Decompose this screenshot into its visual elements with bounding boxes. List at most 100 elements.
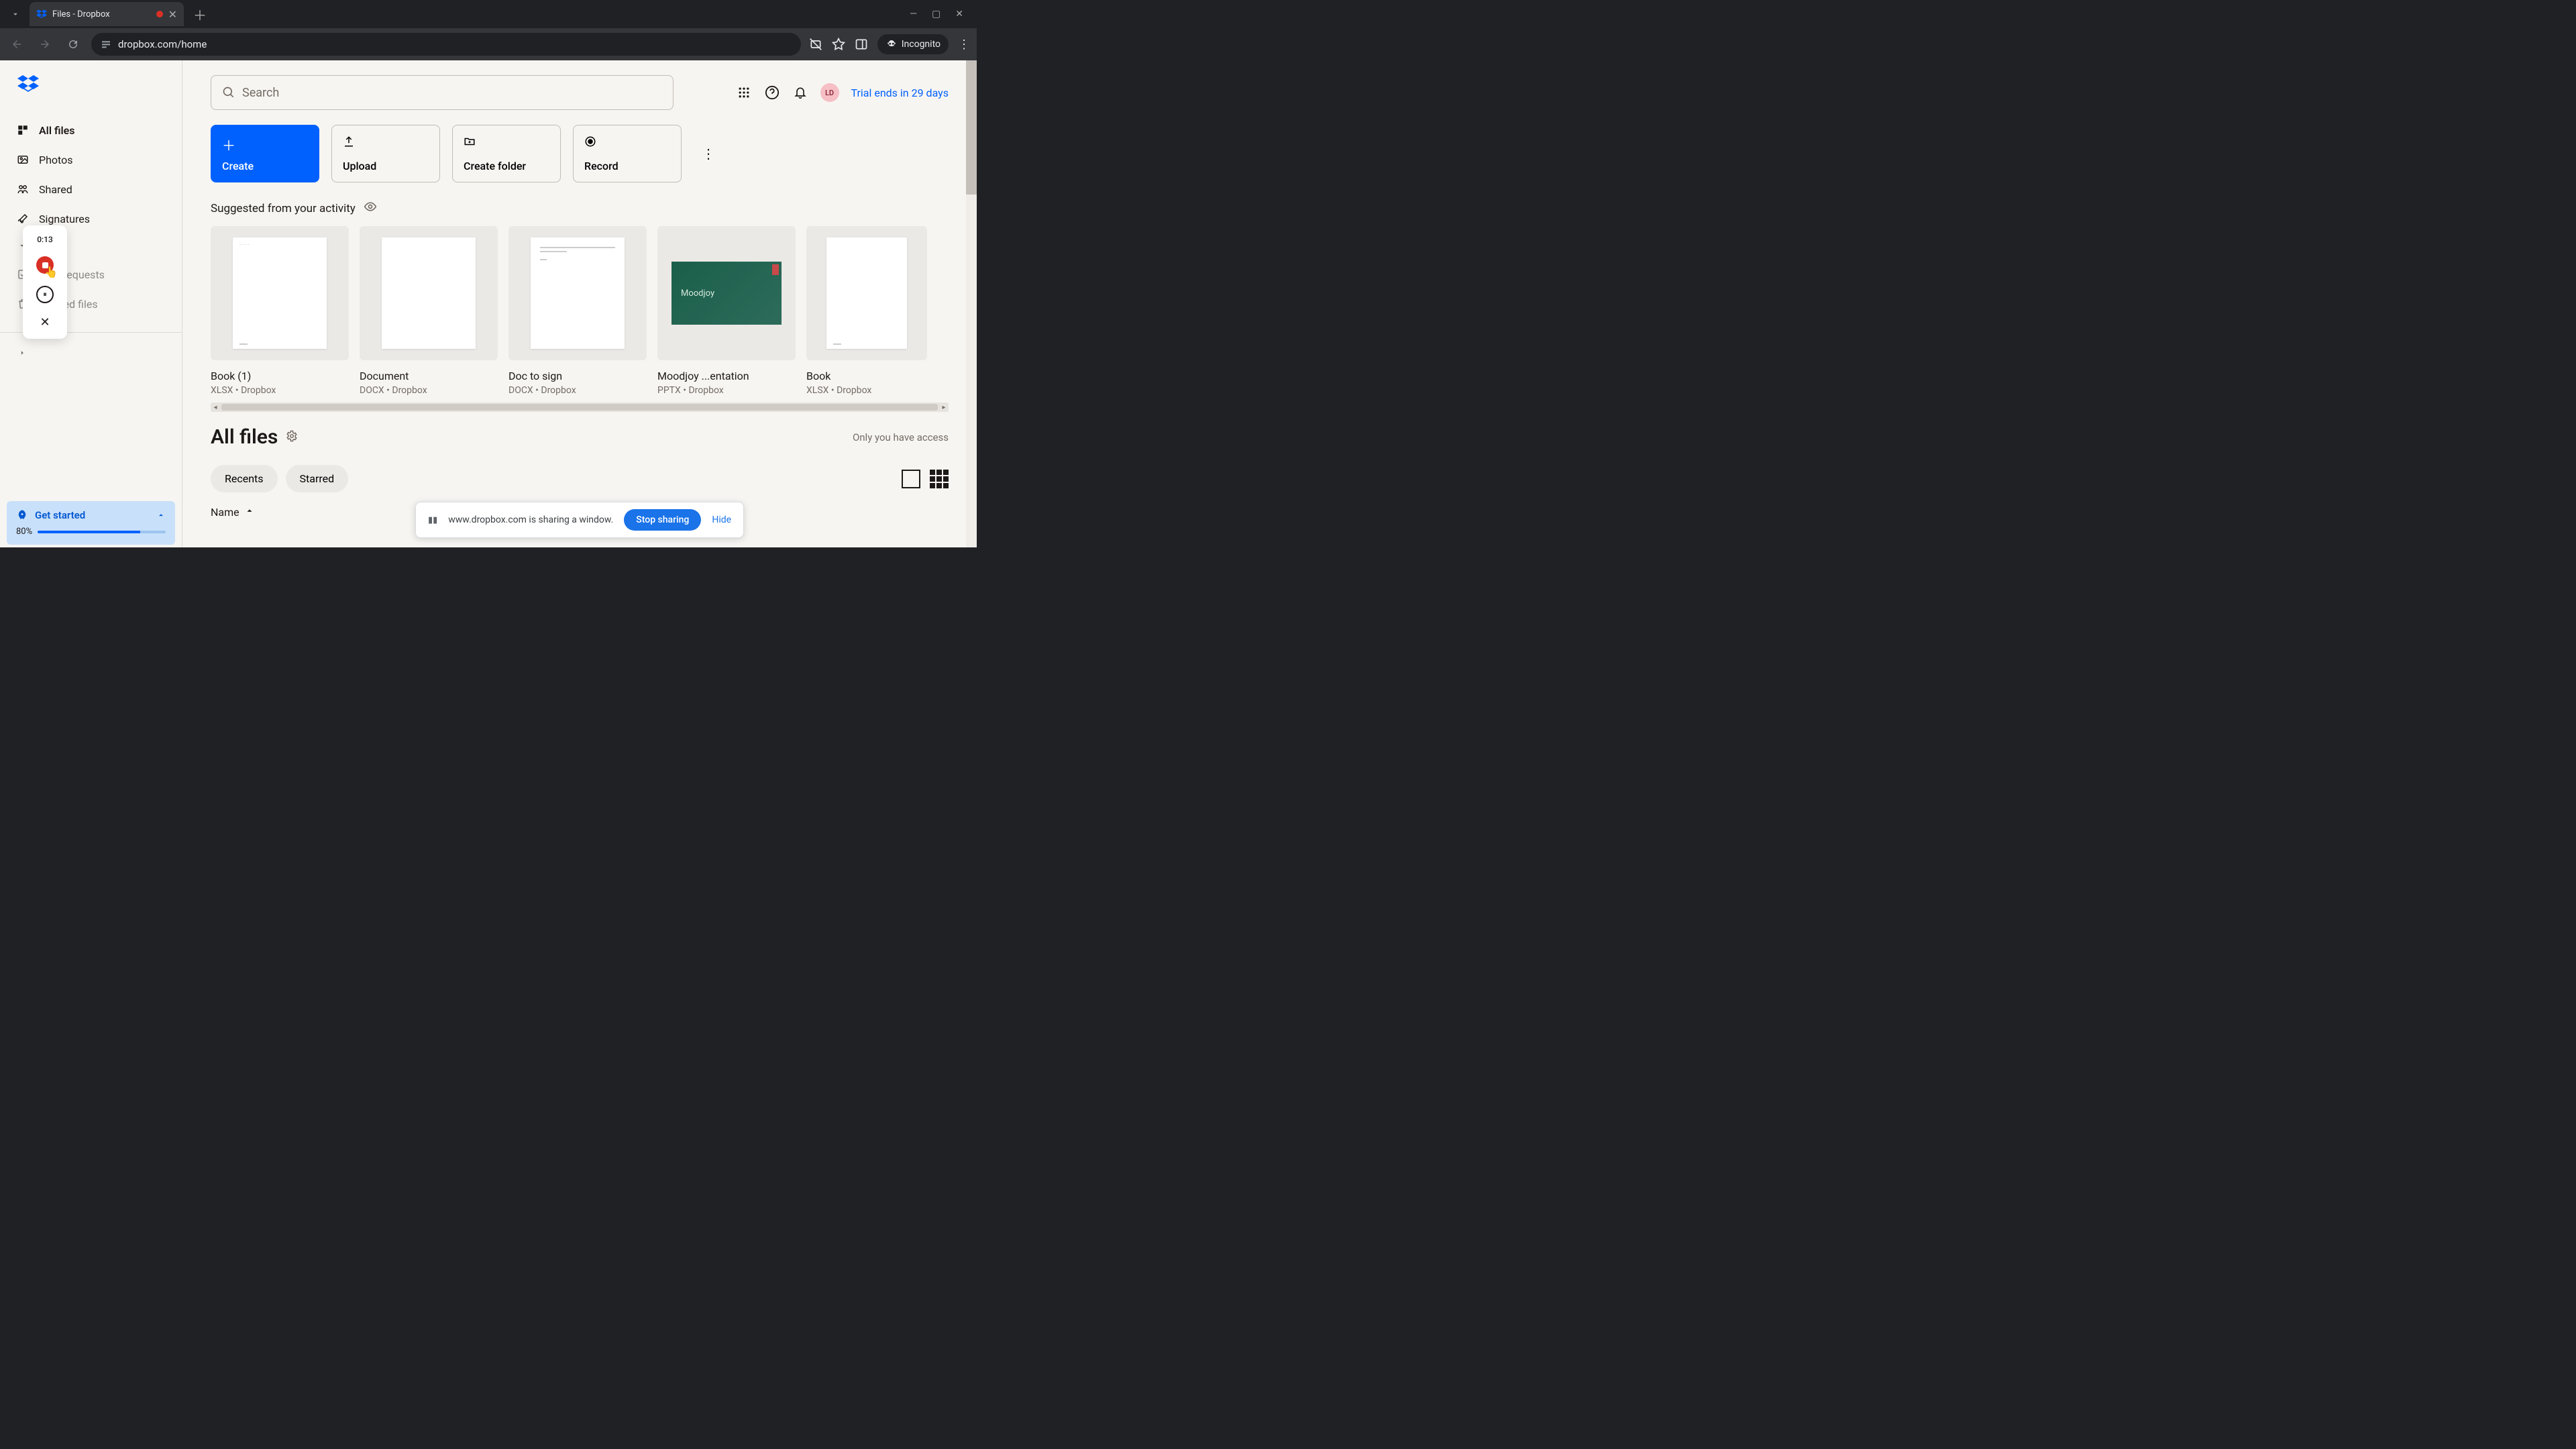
suggested-card[interactable]: Document DOCX • Dropbox [360,226,498,396]
recording-indicator-icon [156,11,163,17]
get-started-header: Get started [16,509,166,521]
trial-link[interactable]: Trial ends in 29 days [851,87,949,99]
share-pause-icon[interactable]: ▮▮ [428,515,437,525]
new-tab-button[interactable]: ＋ [193,5,207,24]
suggested-title: Suggested from your activity [211,202,356,215]
maximize-button[interactable]: ▢ [932,9,941,19]
browser-tab[interactable]: Files - Dropbox ✕ [30,2,184,26]
doc-preview [826,237,907,349]
plus-icon: ＋ [222,135,308,154]
get-started-panel[interactable]: Get started 80% [7,501,175,545]
incognito-indicator[interactable]: Incognito [877,34,949,54]
files-heading: All files [211,425,278,449]
sidebar-expand-toggle[interactable] [0,341,182,367]
grid-view-button[interactable] [930,470,949,488]
moodjoy-text: Moodjoy [681,288,714,299]
photos-icon [16,153,30,166]
get-started-progress: 80% [16,527,166,537]
get-started-label: Get started [35,509,85,521]
upload-button[interactable]: Upload [331,125,440,182]
stop-sharing-button[interactable]: Stop sharing [624,509,701,531]
notifications-button[interactable] [792,85,808,101]
horizontal-scrollbar[interactable]: ◂ ▸ [211,402,949,412]
recording-pause-button[interactable]: ⏸ [36,286,54,303]
window-controls: — ▢ ✕ [910,9,971,19]
create-folder-button[interactable]: Create folder [452,125,561,182]
tab-strip: Files - Dropbox ✕ ＋ — ▢ ✕ [0,0,977,28]
card-meta: PPTX • Dropbox [657,385,796,396]
create-button[interactable]: ＋ Create [211,125,319,182]
browser-menu-button[interactable]: ⋮ [958,38,970,52]
recording-close-button[interactable]: ✕ [40,315,50,329]
create-folder-icon [464,135,549,151]
chevron-up-icon [156,511,166,520]
record-button[interactable]: Record [573,125,682,182]
card-thumbnail: . . . . [211,226,349,360]
avatar-initials: LD [825,89,834,97]
apps-grid-button[interactable] [736,85,752,101]
cursor-icon: 👆 [44,266,58,278]
sidebar-item-label: Photos [39,154,73,166]
hide-share-bar-button[interactable]: Hide [712,515,731,525]
close-window-button[interactable]: ✕ [955,9,963,19]
scrollbar-thumb[interactable] [966,60,977,195]
sidebar-item-all-files[interactable]: All files [0,115,182,145]
suggested-card[interactable]: Book XLSX • Dropbox [806,226,927,396]
doc-preview [531,237,625,349]
help-button[interactable] [764,85,780,101]
toolbar-right: Incognito ⋮ [809,34,970,54]
bookmark-star-icon[interactable] [832,38,845,51]
card-thumbnail: Moodjoy [657,226,796,360]
logo-container [0,60,182,111]
gear-icon [286,430,298,442]
card-thumbnail [806,226,927,360]
tab-search-dropdown[interactable] [5,4,25,24]
scroll-right-arrow[interactable]: ▸ [939,404,949,411]
card-title: Book [806,370,927,382]
list-view-button[interactable] [902,470,920,488]
extension-off-icon[interactable] [809,38,822,51]
card-thumbnail [360,226,498,360]
reload-button[interactable] [63,34,83,54]
back-button[interactable] [7,34,27,54]
suggested-card[interactable]: . . . . Book (1) XLSX • Dropbox [211,226,349,396]
scroll-left-arrow[interactable]: ◂ [211,404,220,411]
sidebar-item-photos[interactable]: Photos [0,145,182,174]
reload-icon [67,38,79,50]
page-scrollbar[interactable] [966,60,977,547]
record-icon [584,135,670,151]
sidebar-item-shared[interactable]: Shared [0,174,182,204]
browser-toolbar: dropbox.com/home Incognito ⋮ [0,28,977,60]
address-bar[interactable]: dropbox.com/home [91,33,801,56]
dropbox-app: All files Photos Shared Signatures Sent … [0,60,977,547]
sidebar-item-label: Shared [39,183,72,196]
card-title: Book (1) [211,370,349,382]
search-input[interactable]: Search [211,75,674,110]
suggested-card[interactable]: Doc to sign DOCX • Dropbox [508,226,647,396]
more-actions-button[interactable]: ⋮ [702,146,715,162]
upload-icon [343,135,429,151]
card-title: Moodjoy ...entation [657,370,796,382]
minimize-button[interactable]: — [910,9,917,19]
hide-suggested-button[interactable] [364,200,377,217]
forward-button[interactable] [35,34,55,54]
filter-row: Recents Starred [211,465,949,492]
card-meta: XLSX • Dropbox [211,385,349,396]
doc-preview: . . . . [233,237,327,349]
user-avatar[interactable]: LD [820,83,839,102]
side-panel-icon[interactable] [855,38,868,51]
view-toggles [902,470,949,488]
folder-settings-button[interactable] [286,430,298,445]
progress-fill [38,531,140,533]
scrollbar-thumb[interactable] [221,404,938,411]
tab-starred[interactable]: Starred [286,465,349,492]
access-text: Only you have access [853,431,949,443]
recording-stop-button[interactable]: 👆 [36,256,54,274]
tab-recents[interactable]: Recents [211,465,278,492]
shared-icon [16,182,30,196]
suggested-card[interactable]: Moodjoy Moodjoy ...entation PPTX • Dropb… [657,226,796,396]
dropbox-logo-icon[interactable] [17,75,39,94]
dropbox-favicon-icon [36,9,47,19]
browser-chrome: Files - Dropbox ✕ ＋ — ▢ ✕ dropbox.com/ho… [0,0,977,60]
tab-close-button[interactable]: ✕ [168,8,177,21]
